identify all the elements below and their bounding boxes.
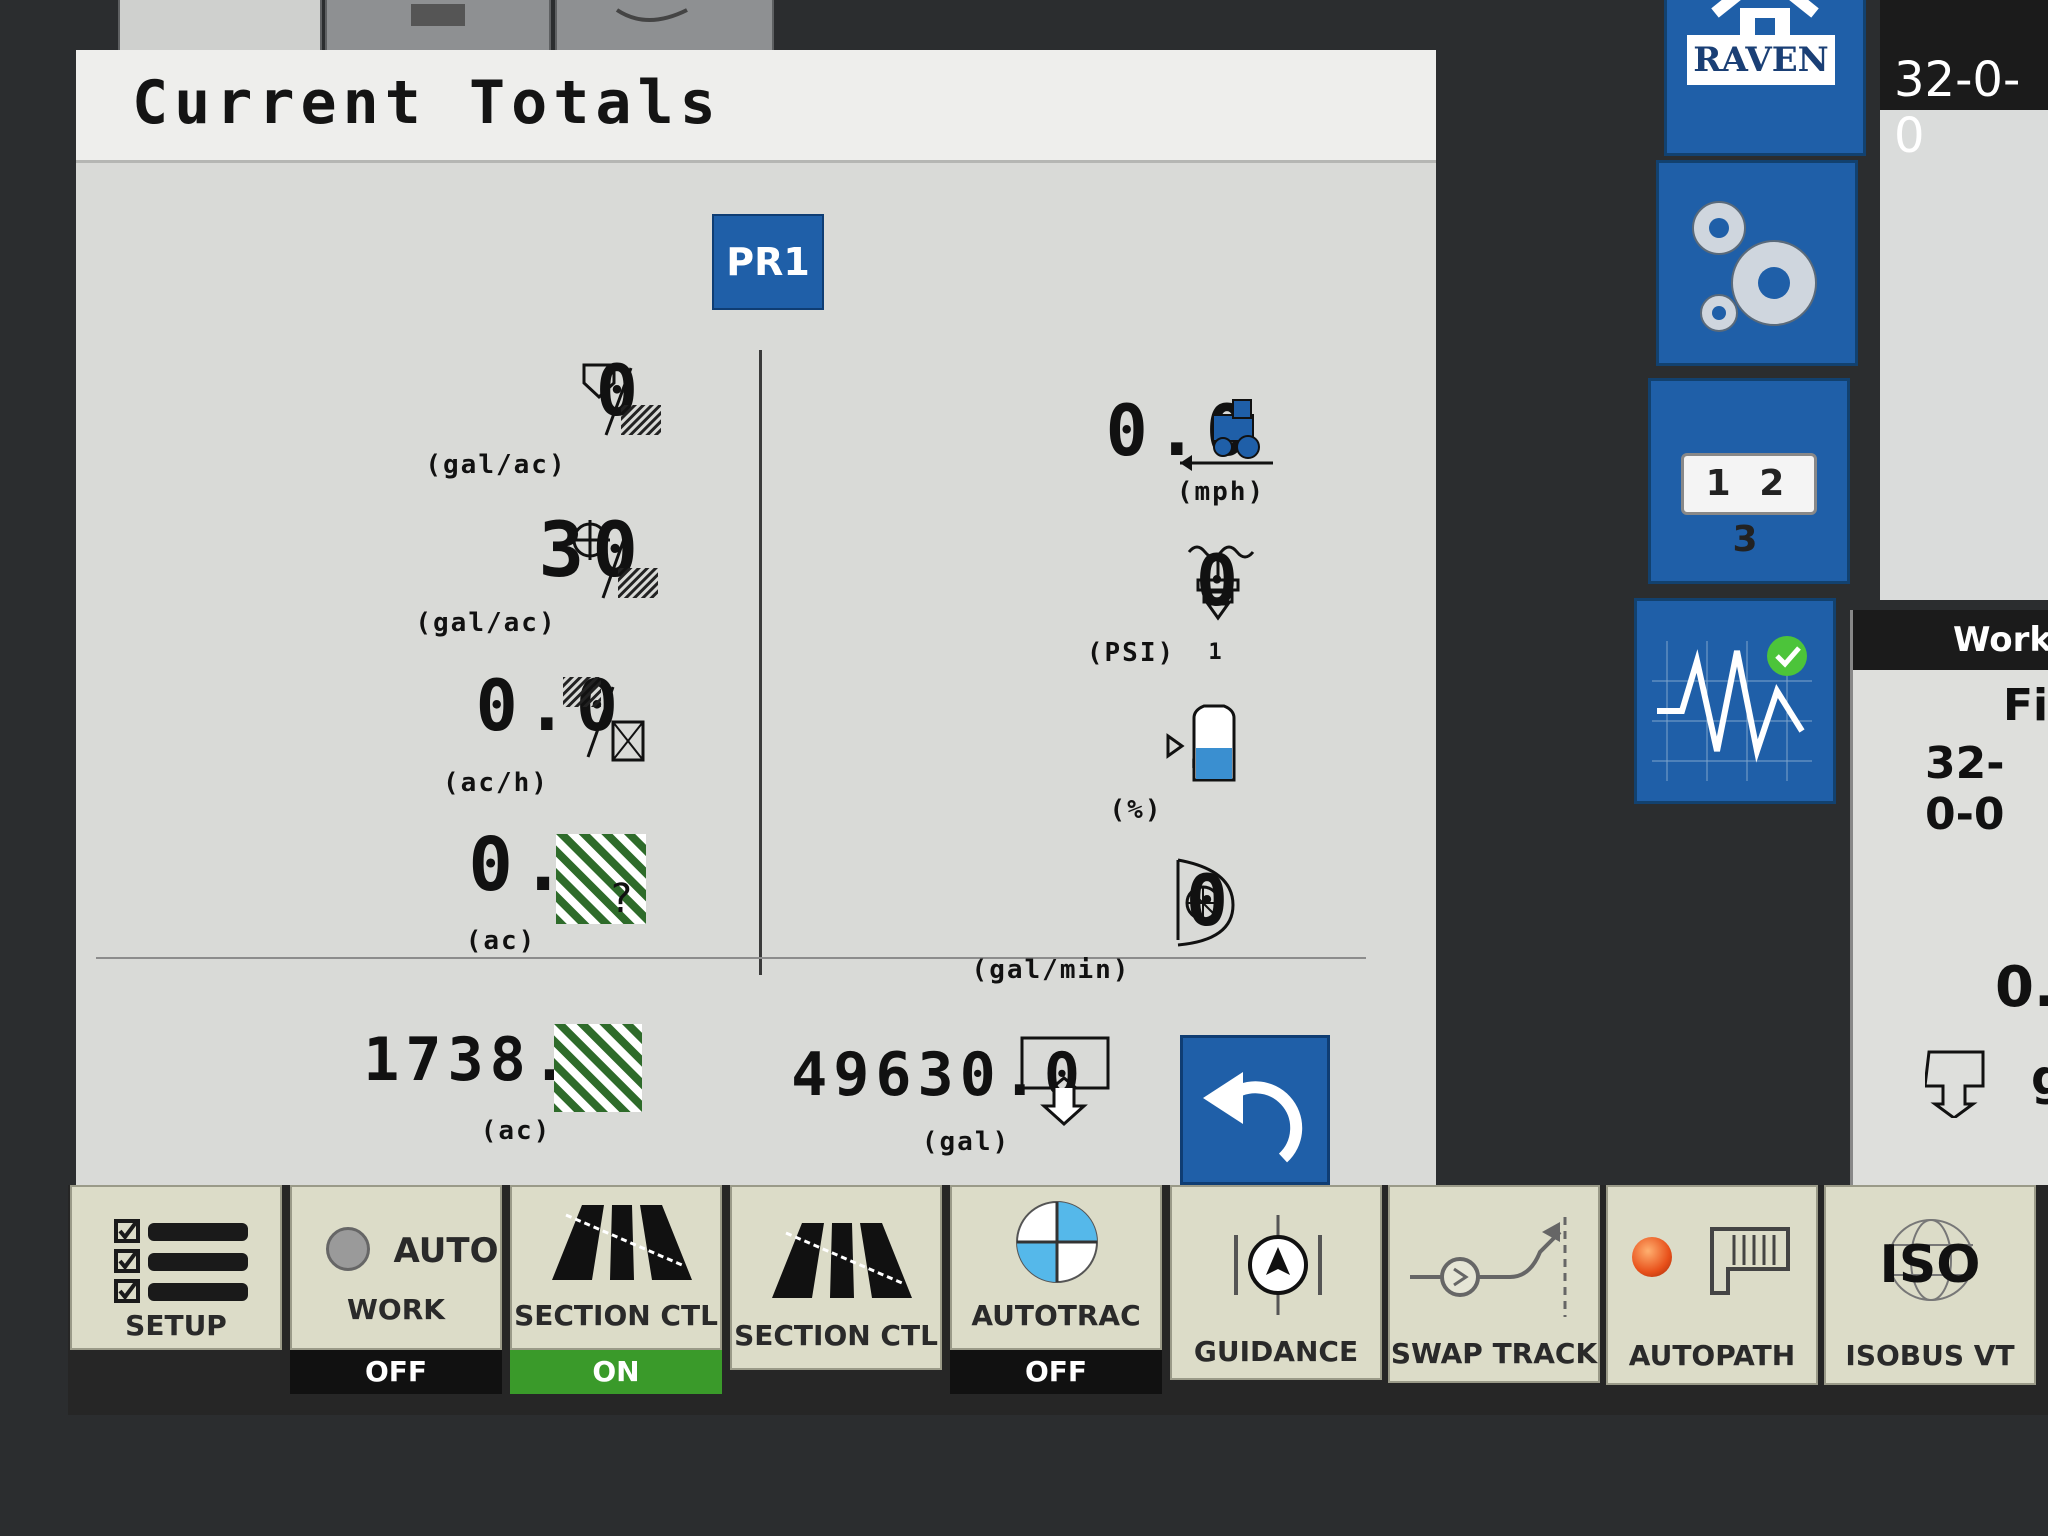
raven-logo: RAVEN [1687,35,1835,85]
section-control-state: ON [510,1350,722,1394]
auto-work-state: OFF [290,1350,502,1394]
gears-icon [1692,201,1817,332]
checklist-icon [114,1219,248,1303]
autotrac-state: OFF [950,1350,1162,1394]
section-control-button[interactable]: SECTION CTL [730,1185,942,1370]
product-header-partial: 32-0-0 [1880,0,2048,164]
setup-button[interactable]: SETUP [70,1185,282,1350]
section-control-on-button[interactable]: SECTION CTL [510,1185,722,1350]
setup-label: SETUP [125,1309,227,1342]
flow-unit: (gal/min) [971,955,1131,985]
total-area-icon [554,1024,642,1112]
swap-track-label: SWAP TRACK [1390,1337,1598,1370]
applied-rate-unit: (gal/ac) [425,450,567,480]
auto-work-button[interactable]: AUTO WORK [290,1185,502,1350]
total-volume-icon [1020,1036,1110,1127]
work-label: WORK [347,1293,445,1326]
rate-123-icon: 1 2 3 [1681,453,1817,560]
autotrac-button[interactable]: AUTOTRAC [950,1185,1162,1350]
work-product-name: 32-0-0 [1925,738,2005,840]
speed-unit: (mph) [1176,477,1266,507]
section-control-label: SECTION CTL [734,1319,938,1352]
target-rate-unit: (gal/ac) [415,608,557,638]
area-per-hour-icon [563,677,645,762]
diagnostics-wave-icon [1652,636,1812,781]
current-totals-panel: Current Totals PR1 0 (gal/ac) 30 (gal/ac… [76,50,1436,1222]
pressure-section-number: 1 [1208,640,1224,665]
isobus-vt-label: ISOBUS VT [1845,1339,2015,1372]
page-title: Current Totals [132,68,722,138]
autopath-button[interactable]: AUTOPATH [1606,1185,1818,1385]
product-name-top: 32-0-0 [1894,52,2021,164]
totals-divider [96,957,1366,959]
tank-level-icon [1166,704,1236,782]
section-lanes-icon [552,1205,692,1280]
guidance-compass-icon [1234,1215,1322,1315]
work-summary-panel: Work Fi 32-0-0 0. g [1850,610,2048,1240]
tractor-speed-icon [1180,399,1273,471]
swap-track-icon [1410,1217,1567,1317]
iso-logo: ISO [1879,1235,1981,1295]
pressure-nozzle-icon [1187,545,1255,621]
work-header: Work [1853,610,2048,670]
applied-volume-icon [1925,1050,1985,1118]
work-field-label: Fi [2003,680,2048,731]
area-icon: ? [556,834,646,924]
applied-rate-icon [582,363,661,436]
work-unit: g [2031,1050,2048,1106]
target-rate-icon [570,520,658,599]
raven-home-button[interactable]: RAVEN [1664,0,1866,156]
tank-level-unit: (%) [1109,795,1163,825]
bottom-toolbar: SETUP AUTO WORK OFF SECTION CTL ON SECTI… [68,1185,2048,1415]
area-per-hour-unit: (ac/h) [443,768,549,798]
undo-arrow-icon [1203,1072,1303,1163]
svg-text:?: ? [609,876,633,922]
rates-button[interactable]: 1 2 3 [1648,378,1850,584]
autotrac-label: AUTOTRAC [971,1299,1141,1332]
section-control-on-label: SECTION CTL [514,1299,718,1332]
reset-totals-button[interactable] [1180,1035,1330,1185]
pressure-unit: (PSI) [1086,638,1176,668]
autopath-label: AUTOPATH [1628,1339,1796,1372]
isobus-vt-button[interactable]: ISO ISOBUS VT [1824,1185,2036,1385]
swap-track-button[interactable]: SWAP TRACK [1388,1185,1600,1383]
area-unit: (ac) [465,926,537,956]
autopath-status-icon [1632,1237,1672,1277]
column-divider [759,350,762,975]
work-value: 0. [1995,955,2048,1020]
settings-button[interactable] [1656,160,1858,366]
product-pr1-button[interactable]: PR1 [712,214,824,310]
total-area-unit: (ac) [480,1116,552,1146]
section-lanes-icon [772,1223,912,1298]
guidance-label: GUIDANCE [1193,1335,1359,1368]
title-bar: Current Totals [76,50,1436,163]
autopath-field-icon [1710,1227,1790,1295]
diagnostics-button[interactable] [1634,598,1836,804]
guidance-button[interactable]: GUIDANCE [1170,1185,1382,1380]
total-volume-unit: (gal) [921,1127,1011,1157]
autotrac-icon [1016,1201,1098,1283]
pump-flow-icon [1176,858,1235,947]
